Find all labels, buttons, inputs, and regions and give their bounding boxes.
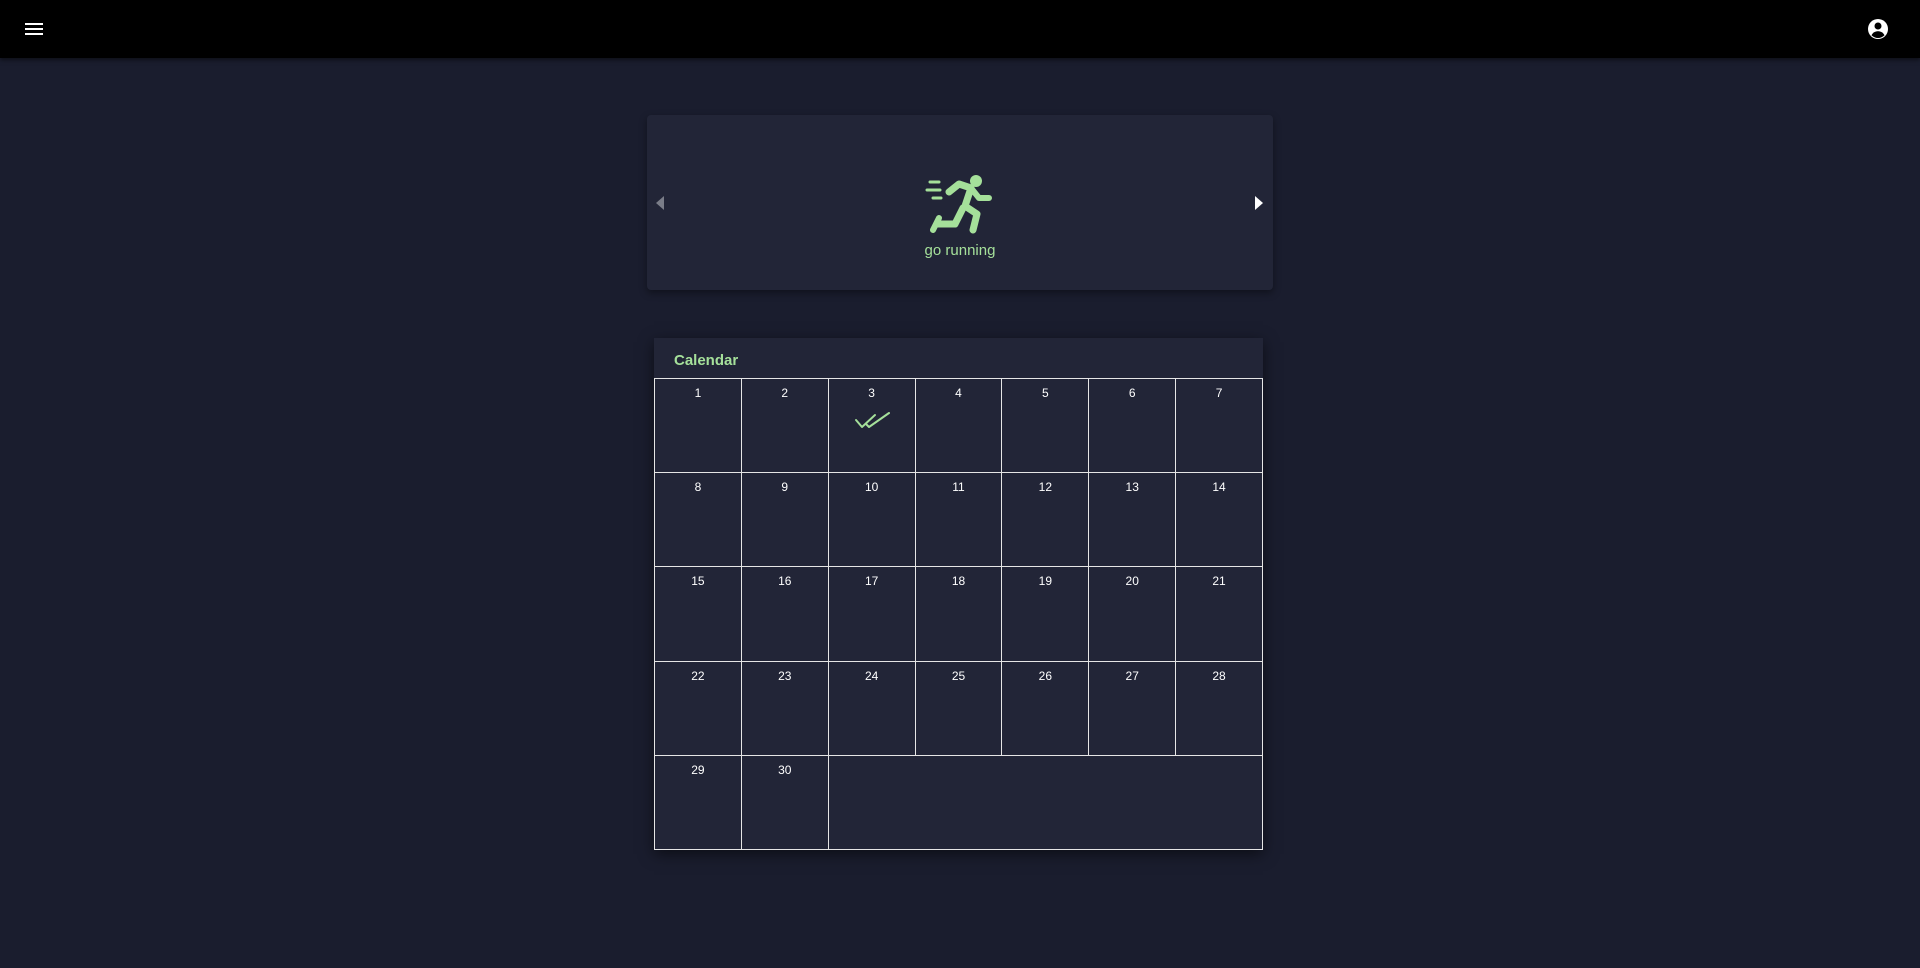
calendar-day-cell[interactable]: 6: [1089, 379, 1177, 474]
calendar-day-number: 5: [1042, 386, 1049, 400]
calendar-day-number: 18: [951, 574, 966, 589]
calendar-card: Calendar 1 2 3 4 5 6 7 8 9 10 11 12 13 14 15 16 17 18 19 20…: [654, 338, 1263, 850]
calendar-day-cell[interactable]: 27: [1089, 661, 1177, 756]
calendar-day-number: 30: [778, 762, 792, 777]
calendar-day-number: 2: [781, 386, 789, 400]
calendar-day-cell[interactable]: 30: [741, 755, 829, 850]
calendar-day-number: 28: [1212, 668, 1226, 683]
calendar-day-cell[interactable]: 11: [915, 473, 1003, 568]
calendar-day-number: 8: [694, 480, 702, 495]
calendar-day-number: 15: [691, 574, 705, 589]
calendar-day-number: 9: [781, 480, 789, 495]
double-check-icon: [854, 412, 890, 428]
calendar-day-number: 13: [1125, 480, 1139, 495]
calendar-day-cell[interactable]: 8: [655, 473, 742, 568]
calendar-day-number: 27: [1125, 668, 1139, 683]
calendar-day-cell[interactable]: 21: [1176, 567, 1263, 662]
calendar-day-number: 19: [1038, 574, 1053, 589]
calendar-day-number: 7: [1215, 386, 1223, 400]
calendar-day-cell[interactable]: 23: [741, 661, 829, 756]
calendar-empty-area: [828, 755, 1263, 850]
calendar-day-number: 22: [691, 668, 705, 683]
calendar-day-cell[interactable]: 14: [1176, 473, 1263, 568]
habit-name: go running: [924, 242, 996, 259]
calendar-day-number: 3: [868, 386, 875, 400]
calendar-day-cell[interactable]: 5: [1002, 379, 1090, 474]
calendar-day-cell[interactable]: 2: [741, 379, 829, 474]
calendar-day-number: 16: [778, 574, 792, 589]
calendar-day-cell[interactable]: 24: [828, 661, 916, 756]
calendar-day-number: 25: [951, 668, 966, 683]
calendar-day-number: 4: [955, 386, 962, 400]
calendar-grid: 1 2 3 4 5 6 7 8 9 10 11 12 13 14 15 16 17 18 19 20 21 22 23 24 2…: [654, 378, 1263, 850]
calendar-day-cell[interactable]: 18: [915, 567, 1003, 662]
triangle-right-icon[interactable]: [1248, 193, 1268, 213]
calendar-day-cell[interactable]: 1: [655, 379, 742, 474]
calendar-day-cell[interactable]: 17: [828, 567, 916, 662]
calendar-day-number: 10: [864, 480, 879, 495]
calendar-day-number: 17: [864, 574, 879, 589]
calendar-day-cell[interactable]: 28: [1176, 661, 1263, 756]
calendar-day-number: 6: [1128, 386, 1136, 400]
calendar-day-cell[interactable]: 16: [741, 567, 829, 662]
calendar-day-cell[interactable]: 15: [655, 567, 742, 662]
calendar-day-number: 23: [778, 668, 792, 683]
calendar-day-number: 20: [1125, 574, 1139, 589]
hamburger-menu-icon[interactable]: [22, 17, 46, 41]
calendar-day-cell[interactable]: 12: [1002, 473, 1090, 568]
calendar-day-cell[interactable]: 20: [1089, 567, 1177, 662]
calendar-day-cell[interactable]: 26: [1002, 661, 1090, 756]
account-circle-icon[interactable]: [1866, 17, 1890, 41]
calendar-day-number: 21: [1212, 574, 1226, 589]
calendar-day-number: 12: [1038, 480, 1053, 495]
top-app-bar: [0, 0, 1920, 58]
calendar-day-number: 29: [691, 762, 705, 777]
calendar-day-number: 24: [864, 668, 879, 683]
triangle-left-icon[interactable]: [651, 193, 671, 213]
calendar-day-cell[interactable]: 10: [828, 473, 916, 568]
running-person-icon: [925, 172, 995, 234]
calendar-day-cell[interactable]: 9: [741, 473, 829, 568]
calendar-day-cell[interactable]: 29: [655, 755, 742, 850]
calendar-day-cell[interactable]: 25: [915, 661, 1003, 756]
calendar-day-number: 14: [1212, 480, 1226, 495]
calendar-day-cell[interactable]: 7: [1176, 379, 1263, 474]
calendar-title: Calendar: [674, 352, 739, 369]
calendar-day-cell[interactable]: 4: [915, 379, 1003, 474]
calendar-day-cell[interactable]: 3: [828, 379, 916, 474]
calendar-day-number: 26: [1038, 668, 1053, 683]
calendar-day-cell[interactable]: 13: [1089, 473, 1177, 568]
calendar-day-cell[interactable]: 22: [655, 661, 742, 756]
calendar-day-cell[interactable]: 19: [1002, 567, 1090, 662]
calendar-day-number: 11: [952, 480, 965, 495]
calendar-day-number: 1: [694, 386, 702, 400]
